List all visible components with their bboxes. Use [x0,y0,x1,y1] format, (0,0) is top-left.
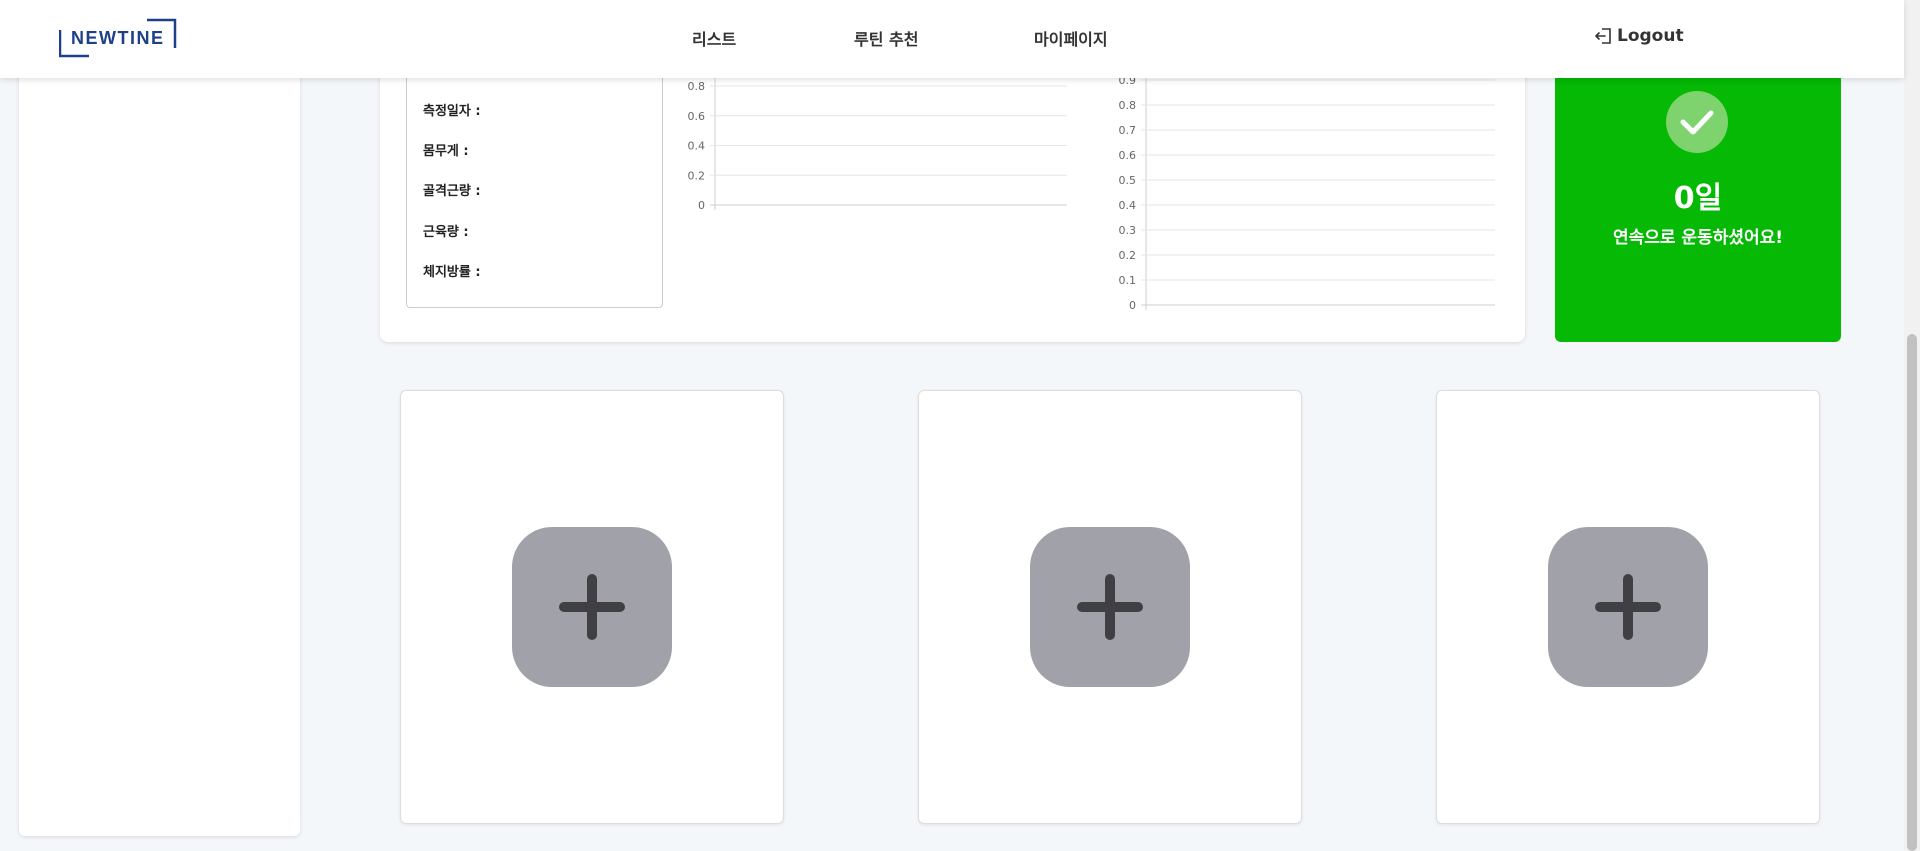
y-tick-label: 0.1 [1119,274,1137,287]
y-tick-label: 0.8 [688,80,706,93]
logout-icon [1595,28,1611,44]
nav-mypage[interactable]: 마이페이지 [1034,26,1108,50]
add-button[interactable] [512,527,672,687]
weight-label: 몸무게 : [423,144,469,159]
y-tick-label: 0 [698,199,705,212]
logout-label: Logout [1617,26,1684,46]
muscle-mass-label: 근육량 : [423,225,469,240]
y-tick-label: 0.4 [688,140,706,153]
y-tick-label: 0.2 [1119,249,1137,262]
y-tick-label: 0.6 [1119,149,1137,162]
measure-date-label: 측정일자 : [423,104,481,119]
add-button[interactable] [1548,527,1708,687]
body-info-box: 측정일자 : 몸무게 : 골격근량 : 근육량 : 체지방률 : [406,60,663,308]
add-button[interactable] [1030,527,1190,687]
scroll-thumb[interactable] [1907,334,1917,851]
skeletal-muscle-label: 골격근량 : [423,184,481,199]
y-tick-label: 0.3 [1119,224,1137,237]
y-tick-label: 0.5 [1119,174,1137,187]
nav-routine-recommend[interactable]: 루틴 추천 [854,26,918,50]
vertical-scrollbar[interactable] [1904,0,1920,851]
logout-button[interactable]: Logout [1594,26,1684,46]
add-card-3 [1436,390,1820,824]
body-fat-label: 체지방률 : [423,265,481,280]
chart-left: 0 0.2 0.4 0.6 0.8 [688,78,1067,212]
add-card-2 [918,390,1302,824]
check-circle-icon [1666,91,1728,153]
y-tick-label: 0.6 [688,110,706,123]
logo-text: NEWTINE [71,28,165,48]
streak-message: 연속으로 운동하셨어요! [1612,228,1784,248]
streak-days: 0일 [1673,181,1723,216]
nav-list[interactable]: 리스트 [692,26,736,50]
streak-card: 0일 연속으로 운동하셨어요! [1555,60,1841,342]
newtine-logo[interactable]: NEWTINE [59,18,177,58]
left-sidebar [19,60,300,836]
y-tick-label: 0.8 [1119,99,1137,112]
y-tick-label: 0.2 [688,169,706,182]
top-header: NEWTINE 리스트 루틴 추천 마이페이지 Logout [0,0,1904,78]
chart-right: 00.10.20.30.40.50.60.70.80.9 [1119,72,1495,312]
y-tick-label: 0.7 [1119,124,1137,137]
y-tick-label: 0.4 [1119,199,1137,212]
y-tick-label: 0 [1129,299,1136,312]
add-card-1 [400,390,784,824]
